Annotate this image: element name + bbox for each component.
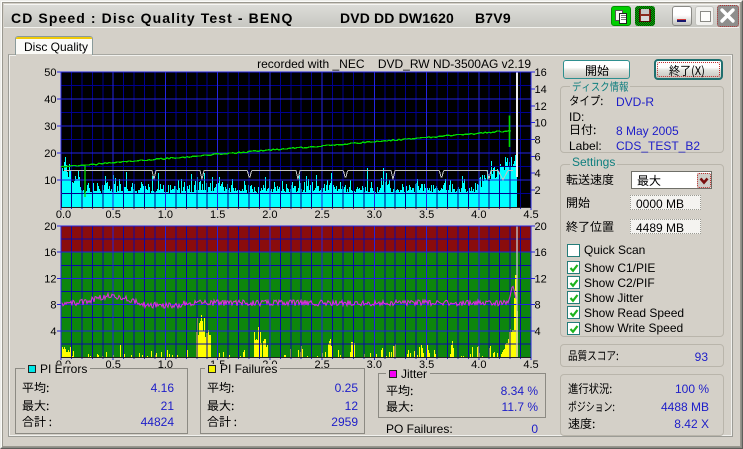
svg-text:3.0: 3.0 <box>367 359 382 371</box>
svg-text:2.0: 2.0 <box>262 209 277 221</box>
svg-text:16: 16 <box>535 247 547 259</box>
svg-text:4.5: 4.5 <box>523 209 538 221</box>
svg-text:3.5: 3.5 <box>419 209 434 221</box>
svg-text:8: 8 <box>535 135 541 147</box>
svg-text:0.5: 0.5 <box>106 209 121 221</box>
svg-text:recorded with _NEC DVD_RW N: recorded with _NEC DVD_RW ND-3500AG v2.1… <box>257 57 531 71</box>
svg-text:0.0: 0.0 <box>56 209 71 221</box>
svg-text:50: 50 <box>44 67 56 79</box>
svg-text:1.5: 1.5 <box>210 209 225 221</box>
svg-text:10: 10 <box>44 175 56 187</box>
svg-text:8: 8 <box>535 300 541 312</box>
svg-text:2: 2 <box>535 185 541 197</box>
svg-text:4: 4 <box>535 168 541 180</box>
svg-text:4.0: 4.0 <box>471 359 486 371</box>
svg-text:10: 10 <box>535 118 547 130</box>
svg-text:12: 12 <box>535 273 547 285</box>
svg-text:8: 8 <box>50 300 56 312</box>
svg-text:4.5: 4.5 <box>523 359 538 371</box>
svg-text:20: 20 <box>535 221 547 233</box>
svg-text:4.0: 4.0 <box>471 209 486 221</box>
svg-text:20: 20 <box>44 221 56 233</box>
svg-text:30: 30 <box>44 121 56 133</box>
svg-text:12: 12 <box>44 273 56 285</box>
svg-text:3.0: 3.0 <box>367 209 382 221</box>
svg-text:40: 40 <box>44 94 56 106</box>
svg-text:2.5: 2.5 <box>314 209 329 221</box>
svg-text:14: 14 <box>535 84 547 96</box>
svg-text:4: 4 <box>535 326 541 338</box>
svg-text:12: 12 <box>535 101 547 113</box>
svg-text:6: 6 <box>535 151 541 163</box>
svg-text:16: 16 <box>535 67 547 79</box>
svg-text:4: 4 <box>50 326 56 338</box>
svg-text:16: 16 <box>44 247 56 259</box>
svg-text:20: 20 <box>44 148 56 160</box>
svg-text:1.0: 1.0 <box>158 209 173 221</box>
